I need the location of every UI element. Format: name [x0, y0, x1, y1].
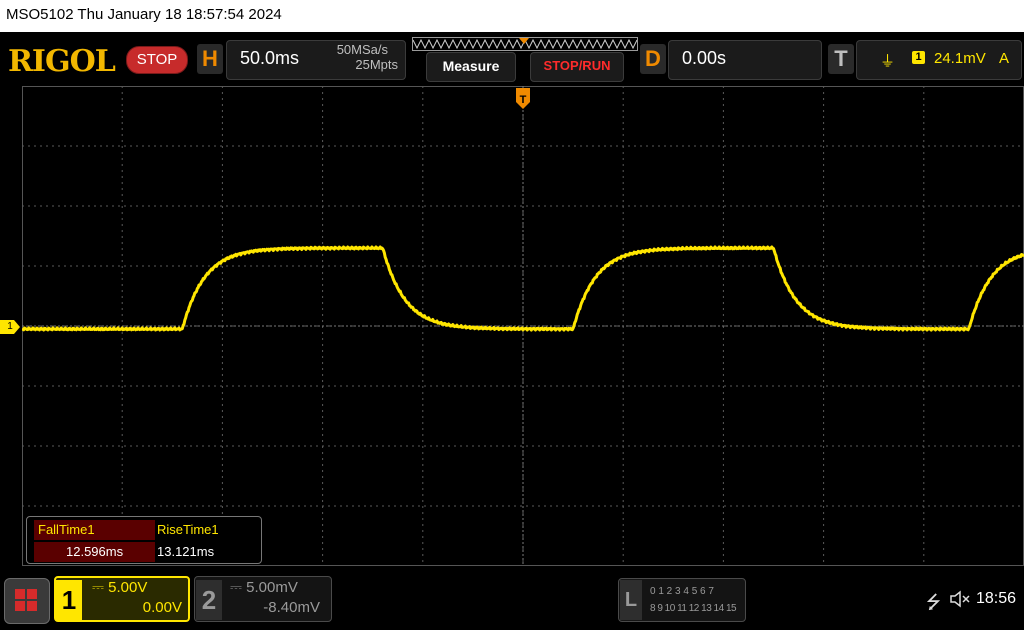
channel-2-offset: -8.40mV	[263, 599, 320, 616]
sample-rate: 50MSa/s	[336, 42, 388, 57]
memory-overview-strip[interactable]	[412, 37, 638, 51]
channel-1-scale-value: 5.00V	[108, 579, 148, 596]
delay-menu-button[interactable]: D	[640, 44, 666, 74]
trigger-position-label: T	[519, 94, 527, 106]
trigger-source-badge: 1	[912, 51, 925, 64]
usb-icon: ⭍	[926, 592, 941, 612]
horizontal-menu-button[interactable]: H	[197, 44, 223, 74]
run-state-badge[interactable]: STOP	[126, 46, 188, 74]
measure-button-label[interactable]: Measure	[426, 58, 516, 74]
channel-2-scale-value: 5.00mV	[246, 579, 298, 596]
logic-analyzer-letter[interactable]: L	[620, 580, 642, 620]
time-per-div: 50.0ms	[240, 48, 300, 68]
clock: 18:56	[976, 590, 1017, 607]
trigger-level: 24.1mV	[934, 50, 986, 67]
dc-coupling-icon: ⎓	[92, 579, 109, 596]
speaker-muted-icon[interactable]	[950, 590, 972, 608]
trigger-coupling: A	[999, 50, 1010, 67]
logic-channels-row-2: 8 9 10 11 12 13 14 15	[650, 603, 737, 614]
fall-time-label: FallTime1	[34, 520, 155, 540]
rise-time-value: 13.121ms	[157, 544, 215, 559]
channel-2-number[interactable]: 2	[196, 580, 222, 620]
trigger-edge-icon: ⏚	[880, 53, 896, 70]
channel-2-scale: ⎓ 5.00mV	[230, 579, 298, 596]
stop-run-button-label[interactable]: STOP/RUN	[530, 58, 624, 73]
delay-value: 0.00s	[682, 48, 727, 68]
grid-menu-icon	[15, 589, 37, 611]
logic-channels-row-1: 0 1 2 3 4 5 6 7	[650, 586, 714, 597]
fall-time-value: 12.596ms	[34, 542, 155, 562]
ch1-offset-marker[interactable]: 1	[0, 320, 20, 334]
rise-time-label: RiseTime1	[157, 522, 219, 537]
waveform-display[interactable]	[22, 86, 1024, 566]
channel-1-scale: ⎓ 5.00V	[92, 579, 147, 596]
channel-1-offset: 0.00V	[142, 599, 182, 616]
overview-trigger-marker	[519, 38, 529, 44]
memory-depth: 25Mpts	[355, 57, 398, 72]
device-title: MSO5102 Thu January 18 18:57:54 2024	[6, 6, 282, 23]
trigger-menu-button[interactable]: T	[828, 44, 854, 74]
rigol-logo: RIGOL	[8, 44, 116, 79]
channel-1-number[interactable]: 1	[56, 580, 82, 620]
dc-coupling-icon: ⎓	[230, 579, 247, 596]
